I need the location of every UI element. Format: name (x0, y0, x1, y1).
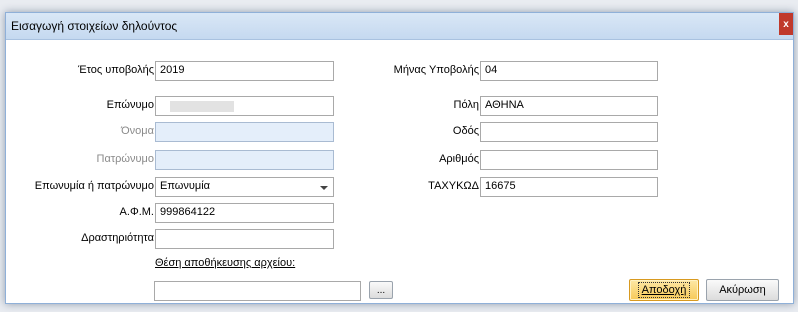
chevron-down-icon[interactable] (320, 186, 328, 190)
street-field[interactable] (480, 122, 658, 142)
dialog-title: Εισαγωγή στοιχείων δηλούντος (11, 19, 178, 33)
browse-button[interactable]: ... (369, 281, 393, 299)
fathername-label: Πατρώνυμο (96, 153, 154, 165)
number-label: Αριθμός (439, 153, 479, 165)
surname-field[interactable] (155, 96, 334, 116)
month-label: Μήνας Υποβολής (393, 64, 479, 76)
activity-field[interactable] (155, 229, 334, 249)
close-icon: x (783, 18, 789, 30)
number-field[interactable] (480, 150, 658, 170)
cancel-button[interactable]: Ακύρωση (706, 279, 779, 301)
fathername-field (155, 150, 334, 170)
city-field[interactable]: ΑΘΗΝΑ (480, 96, 658, 116)
afm-label: Α.Φ.Μ. (119, 206, 154, 218)
nametype-value: Επωνυμία (160, 180, 211, 192)
nametype-label: Επωνυμία ή πατρώνυμο (34, 180, 154, 192)
title-bar[interactable]: Εισαγωγή στοιχείων δηλούντος x (6, 13, 793, 40)
save-location-label: Θέση αποθήκευσης αρχείου: (155, 257, 296, 269)
zip-label: ΤΑΧΥΚΩΔ (428, 180, 479, 192)
close-button[interactable]: x (779, 13, 793, 35)
city-label: Πόλη (453, 99, 479, 111)
zip-field[interactable]: 16675 (480, 177, 658, 197)
name-label: Όνομα (121, 125, 154, 137)
save-location-field[interactable] (154, 281, 361, 301)
accept-button[interactable]: Αποδοχή (629, 279, 699, 301)
nametype-combo[interactable]: Επωνυμία (155, 177, 334, 197)
month-field[interactable]: 04 (480, 61, 658, 81)
name-field (155, 122, 334, 142)
year-field[interactable]: 2019 (155, 61, 334, 81)
street-label: Οδός (452, 125, 479, 137)
year-label: Έτος υποβολής (77, 64, 154, 76)
afm-field[interactable]: 999864122 (155, 203, 334, 223)
dialog-window: Εισαγωγή στοιχείων δηλούντος x Έτος υποβ… (5, 12, 794, 304)
redacted-value (170, 101, 234, 112)
activity-label: Δραστηριότητα (81, 232, 154, 244)
surname-label: Επώνυμο (106, 99, 154, 111)
